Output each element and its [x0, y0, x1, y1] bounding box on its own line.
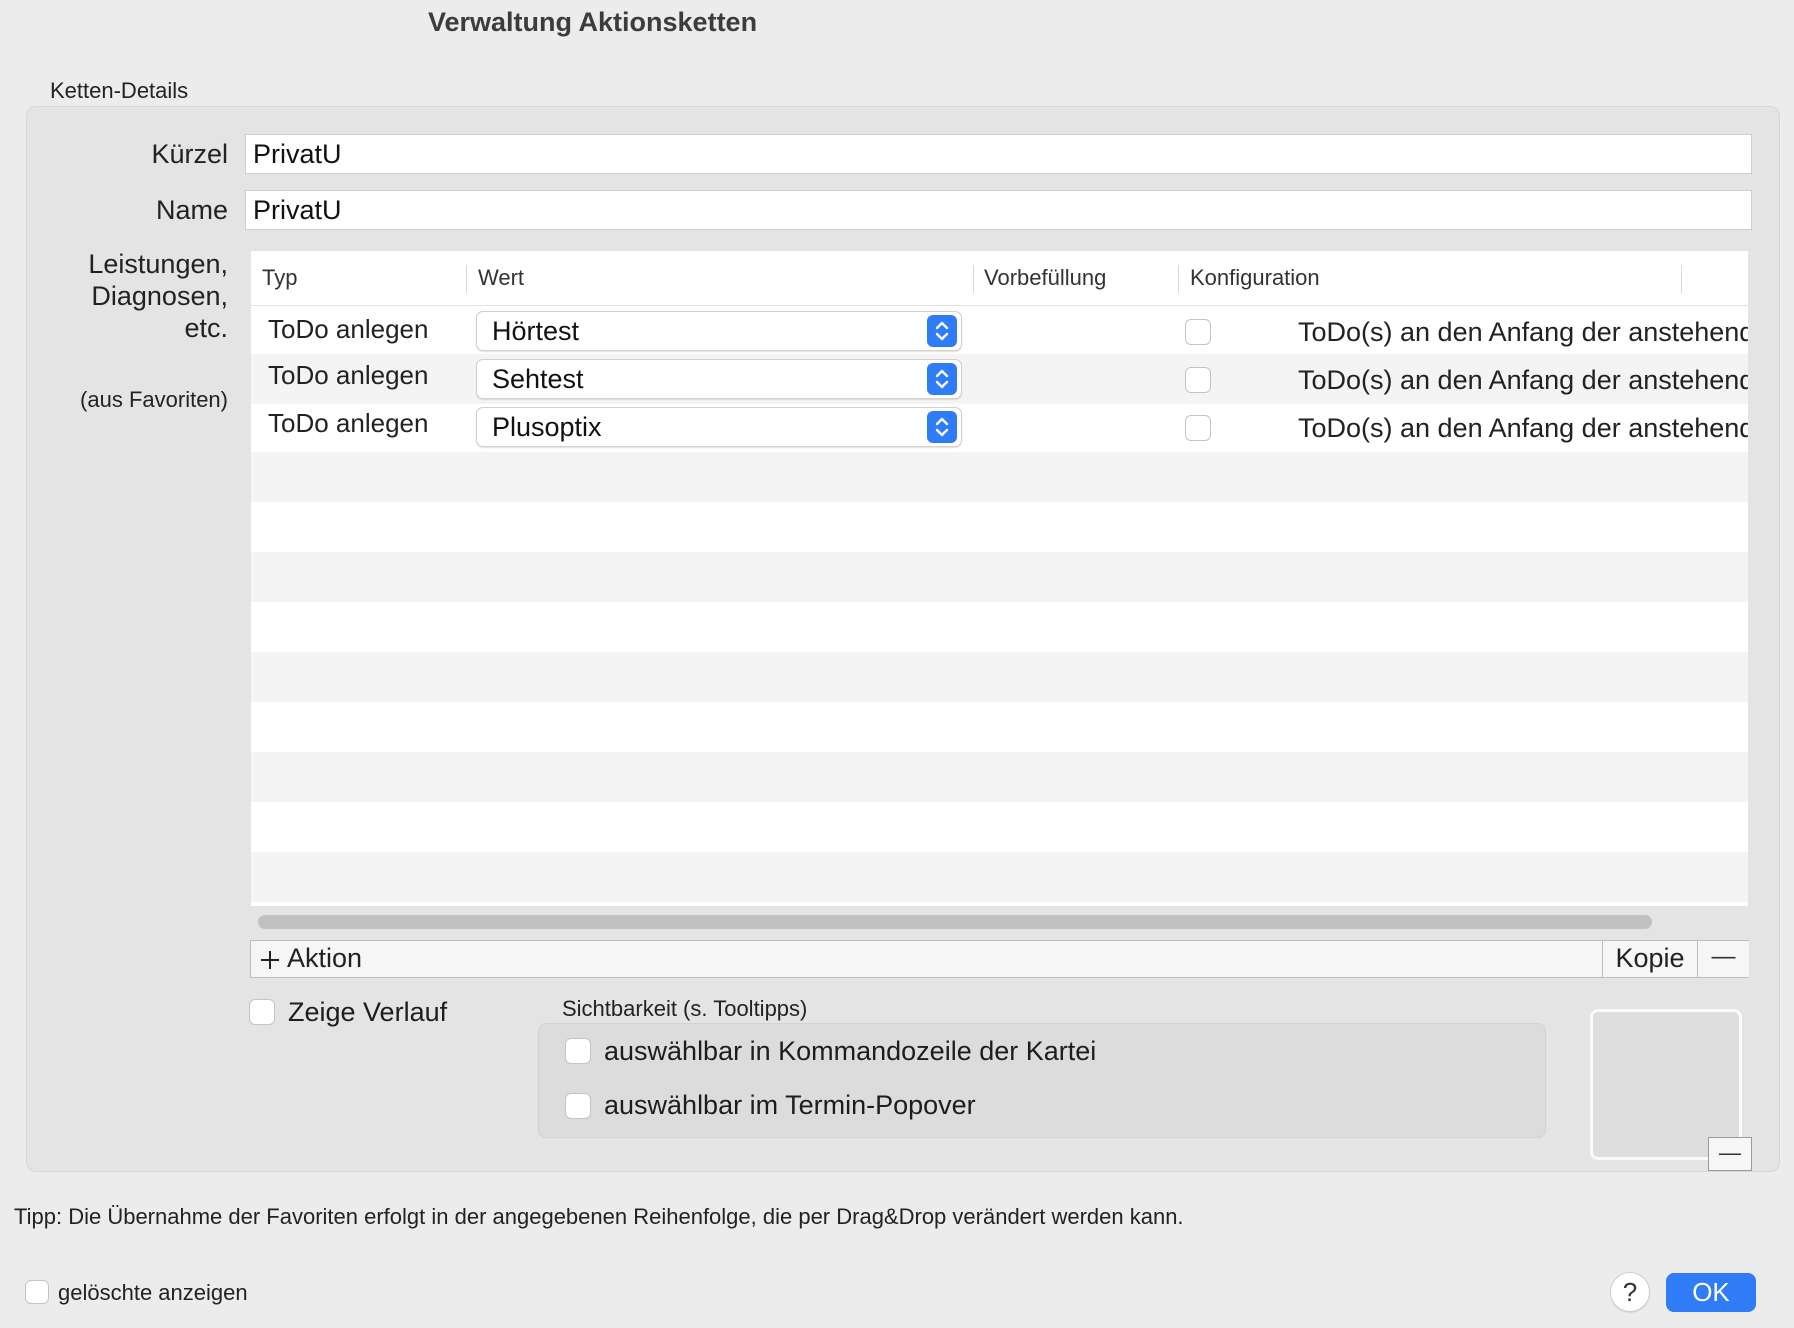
ok-button[interactable]: OK [1666, 1273, 1756, 1312]
empty-row [251, 752, 1748, 802]
kuerzel-field[interactable]: PrivatU [245, 134, 1752, 174]
geloeschte-anzeigen-label: gelöschte anzeigen [58, 1280, 248, 1305]
popup-value: Plusoptix [492, 412, 602, 442]
tip-text: Tipp: Die Übernahme der Favoriten erfolg… [14, 1204, 1184, 1229]
name-label: Name [155, 195, 228, 225]
popup-value: Sehtest [492, 364, 584, 394]
termin-popover-label: auswählbar im Termin-Popover [604, 1090, 976, 1120]
column-separator [466, 265, 467, 293]
konfiguration-checkbox[interactable] [1185, 319, 1211, 345]
column-header-typ[interactable]: Typ [262, 265, 297, 291]
popup-value: Hörtest [492, 316, 580, 346]
title-bar: Verwaltung Aktionsketten [0, 0, 1794, 50]
leistungen-label: Leistungen, [88, 249, 228, 279]
table-row[interactable]: ToDo anlegen Hörtest ToDo(s) an den Anfa… [251, 306, 1748, 356]
group-label-ketten-details: Ketten-Details [50, 78, 189, 103]
empty-row [251, 652, 1748, 702]
empty-row [251, 552, 1748, 602]
column-separator [1681, 265, 1682, 293]
table-row[interactable]: ToDo anlegen Sehtest ToDo(s) an den Anfa… [251, 354, 1748, 404]
zeige-verlauf-label: Zeige Verlauf [288, 997, 448, 1027]
column-header-konfiguration[interactable]: Konfiguration [1190, 265, 1320, 291]
copy-label: Kopie [1615, 943, 1685, 973]
cell-konfiguration: ToDo(s) an den Anfang der anstehenden To [1298, 413, 1748, 443]
kommandozeile-checkbox[interactable] [565, 1038, 591, 1064]
remove-button[interactable]: — [1697, 941, 1749, 977]
cell-typ: ToDo anlegen [268, 360, 429, 390]
table-button-bar: Aktion Kopie — [250, 940, 1749, 978]
cell-konfiguration: ToDo(s) an den Anfang der anstehenden To [1298, 317, 1748, 347]
wert-popup[interactable]: Plusoptix [476, 407, 962, 447]
image-remove-button[interactable]: — [1708, 1137, 1752, 1171]
empty-row [251, 452, 1748, 502]
updown-chevron-icon [927, 315, 957, 347]
favoriten-hint: (aus Favoriten) [80, 387, 228, 412]
cell-typ: ToDo anlegen [268, 408, 429, 438]
updown-chevron-icon [927, 411, 957, 443]
column-separator [973, 265, 974, 293]
plus-icon [261, 951, 279, 969]
kuerzel-label: Kürzel [151, 139, 228, 169]
empty-row [251, 702, 1748, 752]
sichtbarkeit-group: auswählbar in Kommandozeile der Kartei a… [538, 1023, 1546, 1138]
empty-row [251, 502, 1748, 552]
zeige-verlauf-checkbox[interactable] [249, 999, 275, 1025]
help-button[interactable]: ? [1610, 1272, 1650, 1312]
termin-popover-checkbox[interactable] [565, 1093, 591, 1119]
konfiguration-checkbox[interactable] [1185, 415, 1211, 441]
horizontal-scrollbar[interactable] [258, 915, 1652, 929]
actions-table: Typ Wert Vorbefüllung Konfiguration ToDo… [251, 251, 1748, 906]
cell-konfiguration: ToDo(s) an den Anfang der anstehenden To [1298, 365, 1748, 395]
updown-chevron-icon [927, 363, 957, 395]
etc-label: etc. [184, 313, 228, 343]
column-header-vorbefuellung[interactable]: Vorbefüllung [984, 265, 1106, 291]
add-action-label: Aktion [287, 943, 363, 973]
empty-row [251, 802, 1748, 852]
column-separator [1178, 265, 1179, 293]
table-row[interactable]: ToDo anlegen Plusoptix ToDo(s) an den An… [251, 402, 1748, 452]
window-title: Verwaltung Aktionsketten [428, 7, 758, 37]
wert-popup[interactable]: Sehtest [476, 359, 962, 399]
wert-popup[interactable]: Hörtest [476, 311, 962, 351]
column-header-wert[interactable]: Wert [478, 265, 524, 291]
copy-button[interactable]: Kopie [1602, 941, 1697, 977]
konfiguration-checkbox[interactable] [1185, 367, 1211, 393]
geloeschte-anzeigen-checkbox[interactable] [25, 1280, 49, 1304]
minus-icon: — [1711, 943, 1736, 970]
table-header: Typ Wert Vorbefüllung Konfiguration [251, 251, 1748, 306]
kommandozeile-label: auswählbar in Kommandozeile der Kartei [604, 1036, 1097, 1066]
empty-row [251, 602, 1748, 652]
diagnosen-label: Diagnosen, [91, 281, 228, 311]
sichtbarkeit-label: Sichtbarkeit (s. Tooltipps) [562, 996, 808, 1021]
empty-row [251, 852, 1748, 902]
cell-typ: ToDo anlegen [268, 314, 429, 344]
name-field[interactable]: PrivatU [245, 190, 1752, 230]
